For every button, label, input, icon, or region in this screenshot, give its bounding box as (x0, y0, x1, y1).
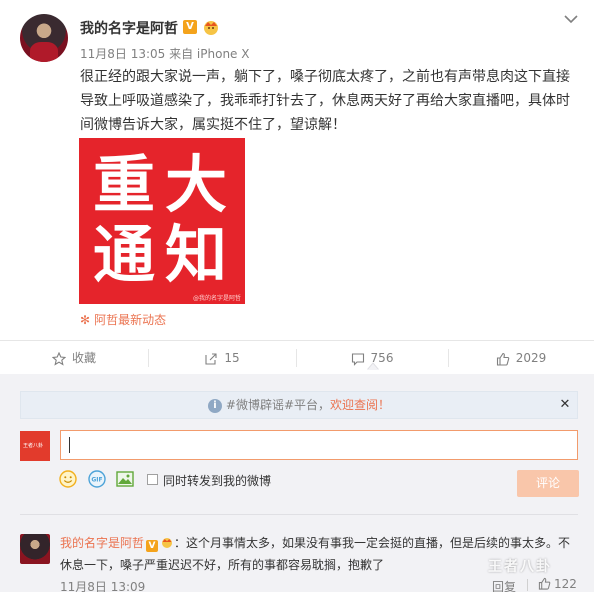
notice-char: 大 (165, 148, 228, 221)
flower-icon: ✻ (80, 313, 91, 327)
commenter-name[interactable]: 我的名字是阿哲 (60, 536, 144, 550)
forward-count: 15 (224, 351, 240, 365)
source-label: 阿哲最新动态 (94, 313, 167, 327)
favorite-button[interactable]: 收藏 (0, 341, 148, 375)
verified-badge-icon: V (183, 20, 197, 34)
post-meta: 11月8日 13:05 来自 iPhone X (80, 47, 250, 61)
comment-time: 11月8日 13:09 (60, 580, 146, 592)
comment-input[interactable] (60, 430, 578, 460)
info-icon: i (207, 398, 222, 413)
notice-char: 通 (93, 218, 156, 291)
image-watermark: @我的名字是阿哲 (192, 295, 241, 302)
svg-text:GIF: GIF (91, 477, 102, 484)
close-icon[interactable]: ✕ (558, 398, 572, 412)
comment-caret-icon (367, 362, 379, 370)
banner-highlight[interactable]: 欢迎查阅！ (330, 398, 390, 412)
notice-char: 知 (165, 218, 228, 291)
comment-like-count: 122 (554, 577, 577, 591)
comment-icon (351, 352, 364, 366)
user-avatar[interactable] (20, 14, 68, 62)
crown-icon (204, 21, 218, 35)
forward-checkbox[interactable] (147, 474, 158, 485)
weibo-post: 我的名字是阿哲 V 11月8日 13:05 来自 iPhone X 很正经的跟大… (0, 0, 594, 340)
forward-label: 同时转发到我的微博 (163, 474, 272, 488)
favorite-label: 收藏 (71, 351, 96, 365)
thumbs-up-icon (538, 577, 551, 590)
mini-avatar-text: 王者八卦 (23, 443, 44, 449)
emoji-icon[interactable] (58, 469, 78, 489)
like-button[interactable]: 2029 (448, 341, 594, 375)
current-user-avatar[interactable]: 王者八卦 (20, 431, 50, 461)
verified-badge-icon: V (146, 540, 159, 552)
image-icon[interactable] (115, 469, 135, 489)
notice-char: 重 (93, 148, 156, 221)
reply-button[interactable]: 回复 (492, 578, 516, 592)
notice-image[interactable]: 重 大 通 知 @我的名字是阿哲 (79, 138, 245, 304)
crown-icon (162, 538, 173, 548)
like-count: 2029 (515, 351, 547, 365)
star-icon (51, 351, 66, 366)
comment-like-button[interactable]: 122 (538, 577, 577, 591)
text-cursor (69, 437, 70, 453)
thumbs-up-icon (496, 352, 509, 366)
post-content: 很正经的跟大家说一声，躺下了，嗓子彻底太疼了，之前也有声带息肉这下直接导致上呼吸… (80, 69, 570, 133)
forward-button[interactable]: 15 (148, 341, 296, 375)
gif-icon[interactable]: GIF (87, 469, 107, 489)
commenter-avatar[interactable] (20, 534, 50, 564)
share-icon (205, 352, 217, 365)
notice-banner: i #微博辟谣#平台，欢迎查阅！ (20, 391, 578, 419)
banner-prefix: #微博辟谣#平台， (225, 398, 331, 412)
divider (527, 579, 528, 591)
source-link[interactable]: ✻ 阿哲最新动态 (80, 311, 166, 328)
post-username[interactable]: 我的名字是阿哲 (80, 18, 178, 38)
action-bar: 收藏 15 756 2029 (0, 340, 594, 374)
divider (20, 514, 578, 515)
submit-comment-button[interactable]: 评论 (517, 470, 579, 497)
chevron-down-icon[interactable] (564, 14, 578, 24)
page-watermark: 王者八卦 (488, 559, 552, 575)
